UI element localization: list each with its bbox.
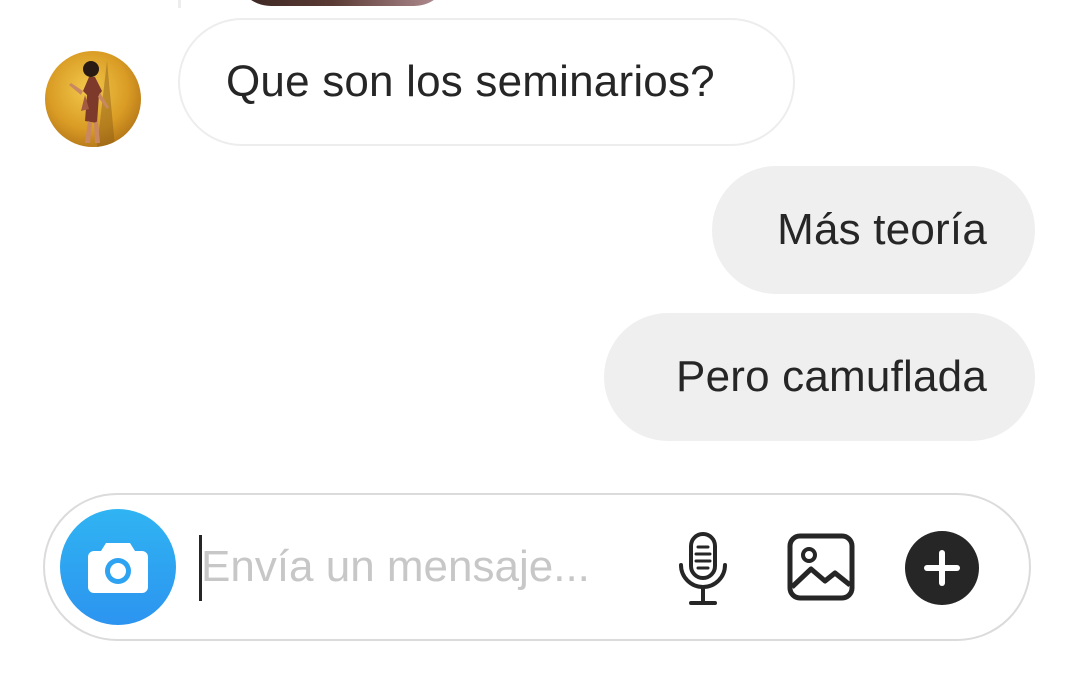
message-input[interactable]: [201, 531, 631, 603]
camera-icon: [88, 543, 148, 593]
message-composer: [43, 493, 1031, 641]
microphone-icon: [679, 532, 727, 605]
thread-divider: [178, 0, 181, 8]
incoming-message-bubble[interactable]: Que son los seminarios?: [178, 18, 795, 146]
camera-button[interactable]: [60, 509, 176, 625]
gallery-button[interactable]: [785, 531, 857, 603]
avatar-image: [45, 51, 141, 147]
more-options-button[interactable]: [905, 531, 979, 605]
message-text: Que son los seminarios?: [226, 57, 715, 106]
message-text: Pero camuflada: [676, 352, 987, 401]
outgoing-message-bubble[interactable]: Más teoría: [712, 166, 1035, 294]
outgoing-message-bubble[interactable]: Pero camuflada: [604, 313, 1035, 441]
voice-message-button[interactable]: [668, 529, 738, 609]
image-gallery-icon: [787, 533, 855, 601]
sender-avatar[interactable]: [45, 51, 141, 147]
plus-icon: [924, 550, 960, 586]
previous-media-fragment[interactable]: [235, 0, 450, 6]
message-text: Más teoría: [777, 205, 987, 254]
